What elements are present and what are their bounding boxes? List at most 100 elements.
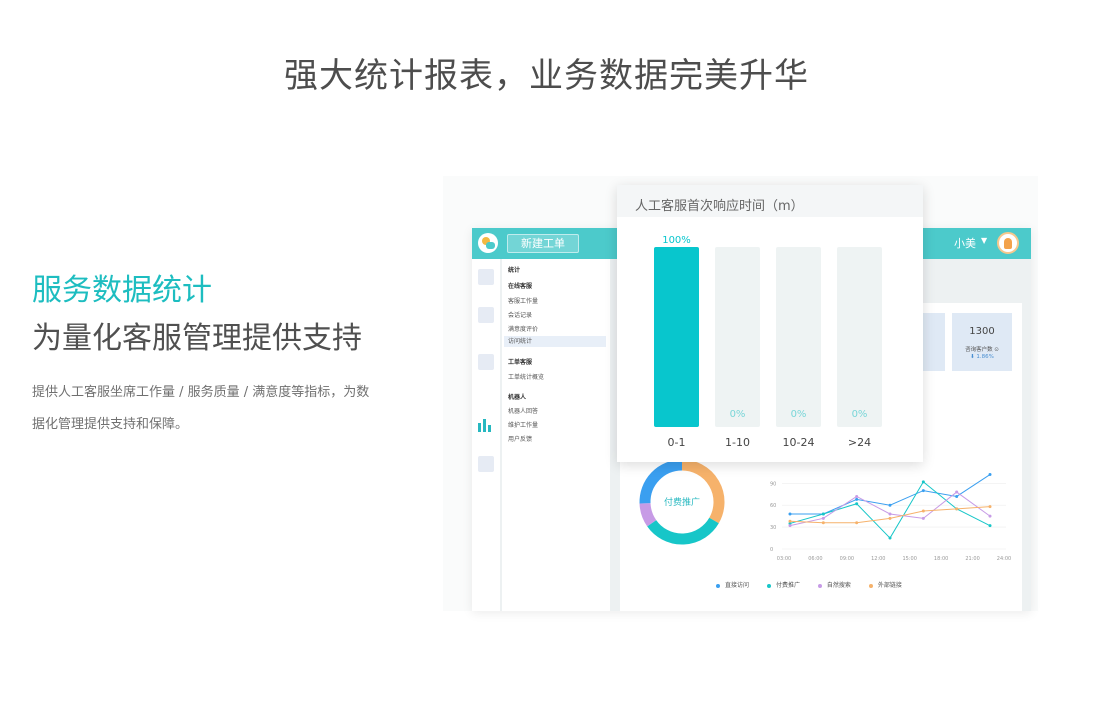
- x-tick-label: 21:00: [965, 556, 979, 562]
- series-point: [821, 521, 825, 525]
- stat-value: 1300: [969, 326, 995, 337]
- series-point: [821, 516, 825, 520]
- avatar[interactable]: [997, 232, 1019, 254]
- stat-change: ⬇ 1.86%: [970, 354, 994, 360]
- series-point: [888, 503, 892, 507]
- legend-label: 外部链接: [877, 582, 902, 589]
- feature-subheading: 为量化客服管理提供支持: [32, 321, 362, 356]
- donut-segment: [647, 517, 719, 545]
- series-point: [921, 480, 925, 484]
- menu-item[interactable]: 机器人回答: [508, 406, 538, 415]
- series-point: [988, 505, 992, 509]
- menu-item[interactable]: 维护工作量: [508, 420, 538, 429]
- donut-center-label: 付费推广: [663, 498, 700, 508]
- menu-item[interactable]: 工单统计概览: [508, 372, 544, 381]
- bar-track: [837, 247, 882, 427]
- legend-item[interactable]: 外部链接: [868, 580, 902, 589]
- x-tick-label: 03:00: [777, 556, 791, 562]
- nav-icon[interactable]: [478, 456, 494, 472]
- menu-group-title: 统计: [508, 267, 521, 274]
- series-point: [988, 524, 992, 528]
- menu-item[interactable]: 会话记录: [508, 310, 532, 319]
- feature-description: 提供人工客服坐席工作量 / 服务质量 / 满意度等指标，为数据化管理提供支持和保…: [32, 385, 370, 432]
- series-line: [789, 481, 991, 539]
- bar-chart-icon[interactable]: [477, 416, 495, 432]
- legend-item[interactable]: 直接访问: [716, 580, 749, 589]
- y-tick-label: 90: [770, 481, 776, 487]
- series-point: [855, 497, 859, 501]
- legend-item[interactable]: 付费推广: [766, 580, 800, 589]
- series-point: [855, 502, 859, 506]
- line-chart-legend: 直接访问 付费推广 自然搜索 外部链接: [716, 580, 918, 590]
- bar-track: [776, 247, 821, 427]
- series-point: [921, 489, 925, 493]
- series-point: [788, 524, 792, 528]
- y-tick-label: 0: [770, 547, 773, 553]
- response-time-card: 人工客服首次响应时间（m） 100% 0-1 0% 1-10 0% 10-24 0% >24: [617, 185, 923, 462]
- donut-segment: [681, 459, 725, 524]
- feature-heading: 服务数据统计: [32, 273, 212, 308]
- bar-value-label: 0%: [730, 409, 746, 420]
- x-tick-label: 09:00: [840, 556, 854, 562]
- series-point: [955, 507, 959, 511]
- nav-icon[interactable]: [478, 307, 494, 323]
- nav-icon[interactable]: [478, 269, 494, 285]
- y-tick-label: 30: [770, 525, 776, 531]
- series-point: [988, 473, 992, 477]
- menu-item-active[interactable]: 访问统计: [504, 336, 606, 347]
- series-point: [788, 512, 792, 516]
- response-time-bar-chart: 100% 0-1 0% 1-10 0% 10-24 0% >24: [654, 235, 882, 449]
- series-point: [888, 516, 892, 520]
- x-tick-label: >24: [848, 436, 871, 449]
- page: 强大统计报表，业务数据完美升华 服务数据统计 为量化客服管理提供支持 提供人工客…: [0, 0, 1093, 715]
- series-point: [955, 490, 959, 494]
- legend-label: 直接访问: [725, 582, 750, 589]
- series-point: [821, 512, 825, 516]
- legend-dot-icon: [817, 583, 822, 588]
- stat-card: 1300 咨询客户数 ⊙ ⬇ 1.86%: [952, 313, 1012, 371]
- chevron-down-icon[interactable]: ▼: [981, 236, 987, 245]
- user-name[interactable]: 小美: [954, 235, 976, 251]
- legend-item[interactable]: 自然搜索: [817, 580, 851, 589]
- menu-group-title: 机器人: [508, 394, 527, 401]
- series-point: [921, 509, 925, 513]
- stat-label: 咨询客户数 ⊙: [965, 347, 999, 353]
- nav-icon[interactable]: [478, 354, 494, 370]
- series-point: [988, 514, 992, 518]
- traffic-line-chart: 0 30 60 90 03:00 06:00 09:00 12:00 15:00 18:00 21:…: [770, 473, 1011, 562]
- x-tick-label: 18:00: [934, 556, 948, 562]
- menu-group-title: 在线客服: [508, 283, 533, 290]
- bar-value-label: 0%: [791, 409, 807, 420]
- app-icon-sidebar: [472, 259, 500, 611]
- bar-value-label: 100%: [662, 235, 691, 246]
- x-tick-label: 06:00: [808, 556, 822, 562]
- series-point: [955, 494, 959, 498]
- bar-track: [715, 247, 760, 427]
- bar-value-label: 0%: [852, 409, 868, 420]
- y-tick-label: 60: [770, 503, 776, 509]
- series-point: [921, 516, 925, 520]
- app-logo-icon: [478, 233, 498, 253]
- legend-label: 自然搜索: [826, 582, 851, 589]
- traffic-donut-chart: 付费推广: [636, 459, 728, 545]
- menu-item[interactable]: 用户反馈: [508, 434, 532, 443]
- series-point: [855, 494, 859, 498]
- series-point: [855, 521, 859, 525]
- new-ticket-button[interactable]: 新建工单: [507, 234, 579, 253]
- x-tick-label: 15:00: [903, 556, 917, 562]
- menu-item[interactable]: 客服工作量: [508, 296, 538, 305]
- chart-title: 人工客服首次响应时间（m）: [635, 199, 804, 214]
- x-tick-label: 0-1: [668, 436, 686, 449]
- x-tick-label: 10-24: [783, 436, 815, 449]
- series-point: [888, 536, 892, 540]
- response-time-card-header: 人工客服首次响应时间（m）: [617, 185, 923, 217]
- series-point: [888, 512, 892, 516]
- legend-label: 付费推广: [775, 582, 800, 589]
- legend-dot-icon: [868, 583, 873, 588]
- menu-item[interactable]: 满意度评价: [508, 324, 538, 333]
- x-tick-label: 1-10: [725, 436, 750, 449]
- legend-dot-icon: [766, 583, 771, 588]
- page-title: 强大统计报表，业务数据完美升华: [284, 56, 809, 96]
- bar: [654, 247, 699, 427]
- menu-group-title: 工单客服: [508, 359, 533, 366]
